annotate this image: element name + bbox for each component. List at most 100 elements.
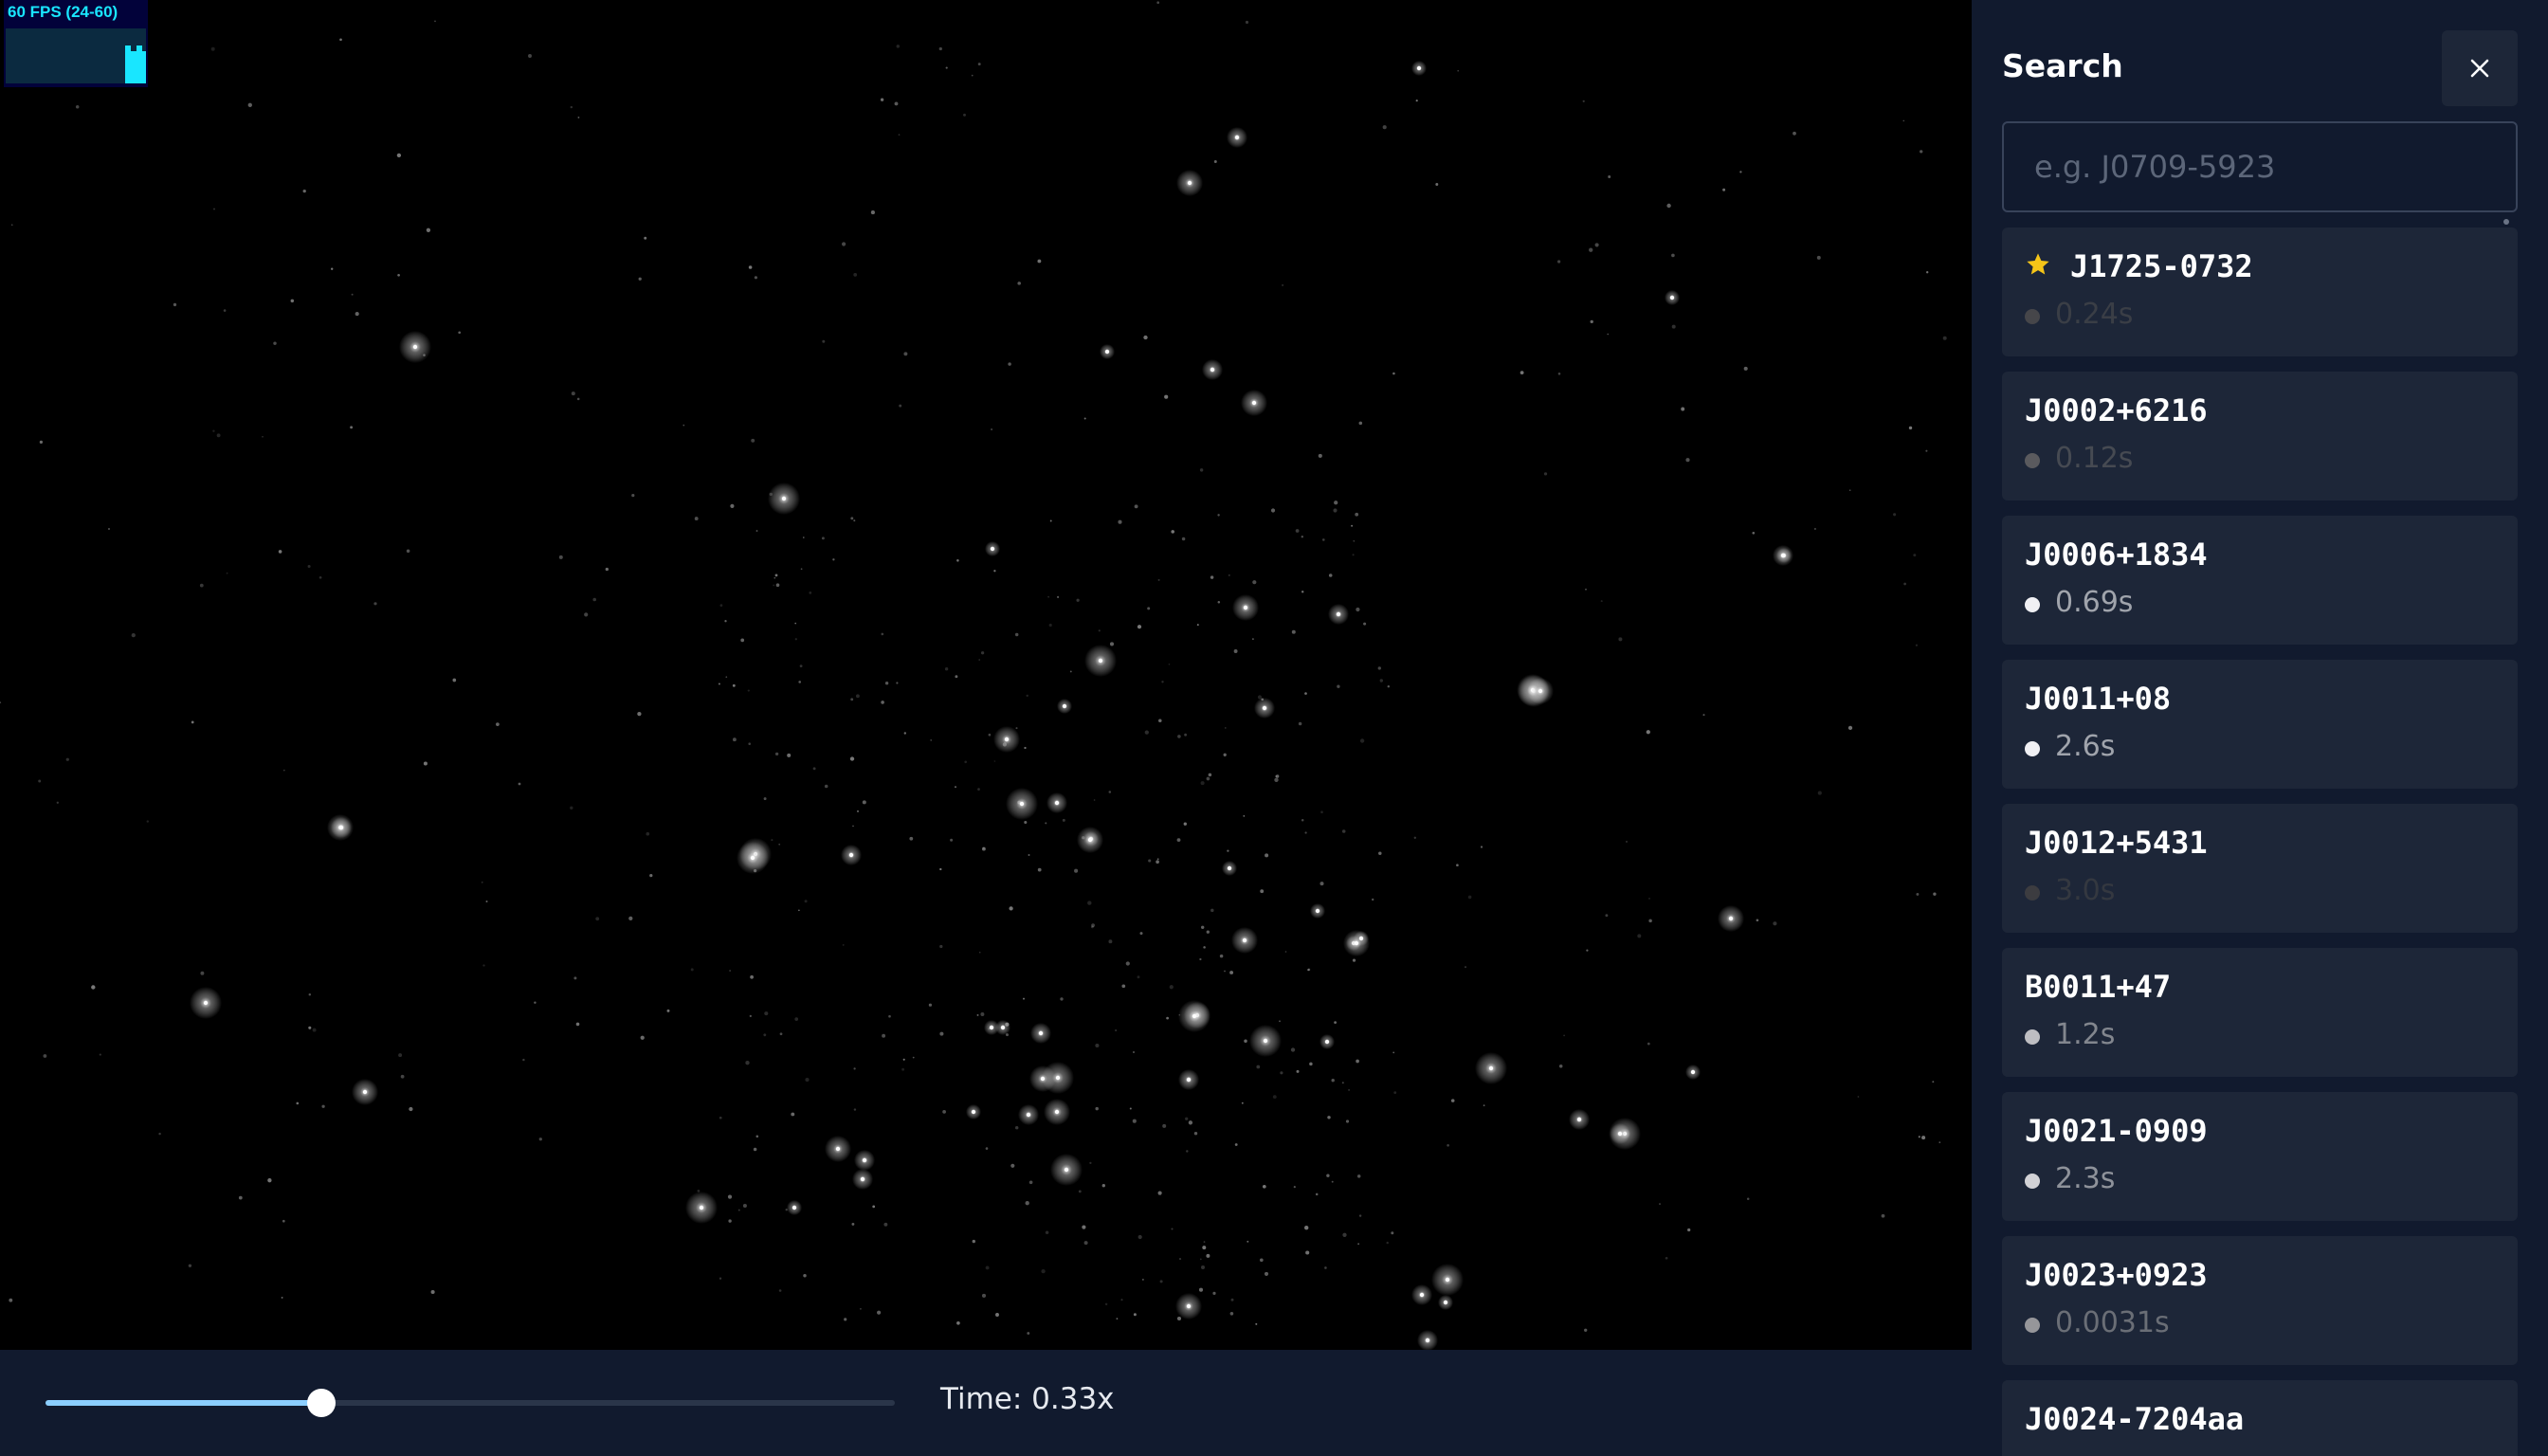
faint-star	[1203, 946, 1206, 949]
faint-star	[1913, 554, 1917, 557]
faint-star	[1201, 925, 1205, 929]
faint-star	[1178, 1258, 1182, 1261]
faint-star	[1926, 271, 1929, 274]
star-core	[1026, 1112, 1031, 1118]
faint-star	[1041, 1268, 1046, 1274]
faint-star	[1120, 1299, 1123, 1301]
faint-star	[1260, 889, 1265, 894]
result-item[interactable]: J0024-7204aa	[2002, 1380, 2518, 1456]
star-core	[1576, 1117, 1582, 1122]
result-name: J0011+08	[2025, 681, 2172, 717]
result-item[interactable]: J1725-0732 0.24s	[2002, 228, 2518, 356]
faint-star	[945, 66, 948, 69]
result-item[interactable]: J0023+0923 0.0031s	[2002, 1236, 2518, 1365]
faint-star	[1210, 908, 1214, 913]
faint-star	[267, 1178, 272, 1183]
faint-star	[1243, 814, 1246, 817]
faint-star	[1817, 791, 1822, 795]
faint-star	[1589, 247, 1593, 252]
faint-star	[1557, 373, 1561, 375]
faint-star	[1392, 1051, 1395, 1054]
faint-star	[1327, 1116, 1331, 1119]
faint-star	[719, 1116, 722, 1119]
time-slider[interactable]	[46, 1389, 895, 1417]
faint-star	[1341, 1082, 1344, 1084]
faint-star	[1702, 714, 1705, 717]
faint-star	[434, 20, 436, 23]
faint-star	[1109, 642, 1115, 646]
faint-star	[822, 339, 826, 343]
result-item[interactable]: J0002+6216 0.12s	[2002, 372, 2518, 500]
star-map[interactable]	[0, 0, 1972, 1350]
search-input[interactable]	[2002, 121, 2518, 212]
faint-star	[888, 1014, 891, 1018]
faint-star	[1290, 1047, 1296, 1052]
result-item[interactable]: J0012+5431 3.0s	[2002, 804, 2518, 933]
faint-star	[1048, 623, 1052, 628]
result-name: J0006+1834	[2025, 537, 2208, 573]
faint-star	[1095, 1043, 1100, 1048]
faint-star	[409, 1106, 413, 1112]
faint-star	[1045, 822, 1047, 825]
faint-star	[605, 567, 609, 572]
faint-star	[794, 622, 797, 625]
faint-star	[91, 985, 96, 990]
faint-star	[1318, 453, 1322, 458]
faint-star	[247, 102, 252, 107]
time-slider-thumb[interactable]	[307, 1389, 337, 1417]
faint-star	[964, 760, 968, 764]
faint-star	[1563, 1034, 1565, 1037]
star-core	[1062, 703, 1067, 709]
faint-star	[1028, 854, 1030, 856]
faint-star	[844, 1318, 847, 1321]
close-button[interactable]	[2442, 30, 2518, 106]
faint-star	[1247, 1240, 1249, 1243]
result-name: J0021-0909	[2025, 1113, 2208, 1149]
faint-star	[1352, 958, 1356, 962]
faint-star	[718, 682, 720, 685]
faint-star	[522, 1058, 525, 1062]
result-item[interactable]: J0006+1834 0.69s	[2002, 516, 2518, 645]
faint-star	[1666, 203, 1671, 209]
faint-star	[1157, 578, 1160, 581]
star-map-viewport[interactable]: 60 FPS (24-60)	[0, 0, 1972, 1350]
faint-star	[1320, 810, 1323, 814]
star-core	[990, 546, 995, 552]
scrollbar-indicator[interactable]	[2503, 219, 2509, 225]
faint-star	[978, 951, 981, 954]
faint-star	[727, 1194, 733, 1199]
faint-star	[1309, 1062, 1313, 1066]
faint-star	[1158, 719, 1162, 723]
faint-star	[1137, 625, 1142, 629]
faint-star	[981, 1293, 987, 1298]
faint-star	[1296, 1069, 1300, 1073]
star-core	[1445, 1277, 1450, 1283]
faint-star	[576, 397, 580, 401]
star-core	[781, 496, 787, 501]
faint-star	[1333, 508, 1338, 513]
favorite-star-icon[interactable]	[2025, 251, 2051, 278]
star-core	[1690, 1069, 1696, 1075]
faint-star	[1295, 529, 1300, 533]
brightness-dot-icon	[2025, 1318, 2040, 1333]
result-name: B0011+47	[2025, 969, 2172, 1005]
star-core	[1055, 1075, 1061, 1081]
faint-star	[1605, 914, 1609, 918]
faint-star	[1069, 670, 1072, 673]
faint-star	[798, 909, 800, 912]
faint-star	[1138, 1234, 1142, 1240]
star-core	[1000, 1025, 1006, 1030]
faint-star	[1148, 859, 1152, 863]
faint-star	[1331, 1079, 1335, 1083]
faint-star	[1024, 746, 1027, 750]
faint-star	[1280, 1071, 1283, 1075]
faint-star	[1938, 1141, 1941, 1143]
result-item[interactable]: J0011+08 2.6s	[2002, 660, 2518, 789]
result-item[interactable]: B0011+47 1.2s	[2002, 948, 2518, 1077]
faint-star	[1586, 949, 1589, 952]
result-item[interactable]: J0021-0909 2.3s	[2002, 1092, 2518, 1221]
faint-star	[1378, 851, 1382, 856]
faint-star	[800, 568, 803, 571]
faint-star	[725, 676, 728, 679]
faint-star	[1057, 595, 1060, 598]
